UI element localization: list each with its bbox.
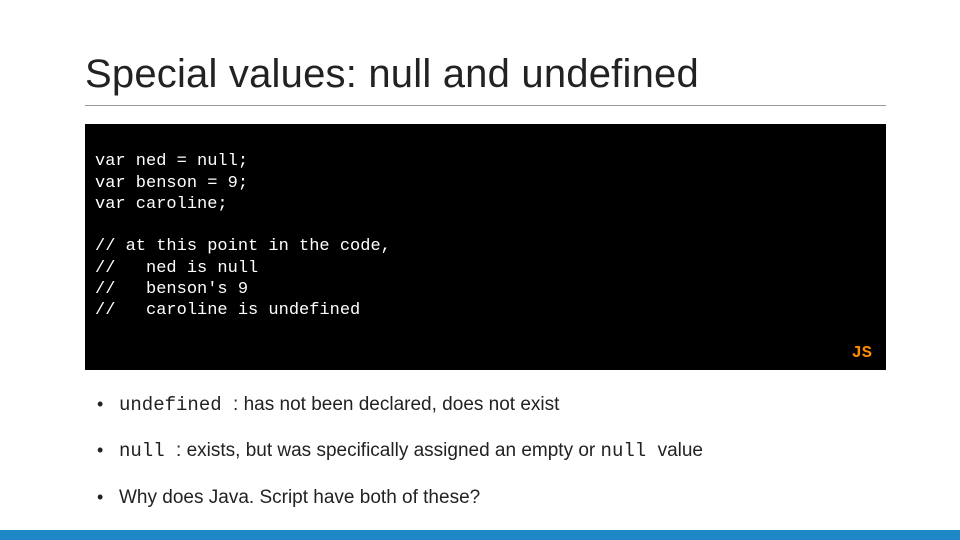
bullet-text: : has not been declared, does not exist xyxy=(233,394,559,415)
code-line: var benson = 9; xyxy=(95,174,248,193)
code-line: // caroline is undefined xyxy=(95,301,360,320)
code-line: var ned = null; xyxy=(95,152,248,171)
code-line: // benson's 9 xyxy=(95,280,248,299)
code-line: // at this point in the code, xyxy=(95,237,391,256)
bullet-item: null : exists, but was specifically assi… xyxy=(93,438,886,465)
accent-bar xyxy=(0,530,960,540)
bullet-text: Why does Java. Script have both of these… xyxy=(119,487,480,508)
slide-title: Special values: null and undefined xyxy=(85,52,886,106)
bullet-code: undefined xyxy=(119,394,233,416)
bullet-list: undefined : has not been declared, does … xyxy=(85,392,886,511)
bullet-item: undefined : has not been declared, does … xyxy=(93,392,886,419)
bullet-item: Why does Java. Script have both of these… xyxy=(93,485,886,511)
code-lang-tag: JS xyxy=(852,343,872,364)
slide: Special values: null and undefined var n… xyxy=(0,0,960,540)
code-line: // ned is null xyxy=(95,259,258,278)
code-block: var ned = null; var benson = 9; var caro… xyxy=(85,124,886,370)
bullet-text: : exists, but was specifically assigned … xyxy=(176,440,601,461)
bullet-code: null xyxy=(601,440,658,462)
code-line: var caroline; xyxy=(95,195,228,214)
bullet-code: null xyxy=(119,440,176,462)
bullet-text: value xyxy=(658,440,703,461)
